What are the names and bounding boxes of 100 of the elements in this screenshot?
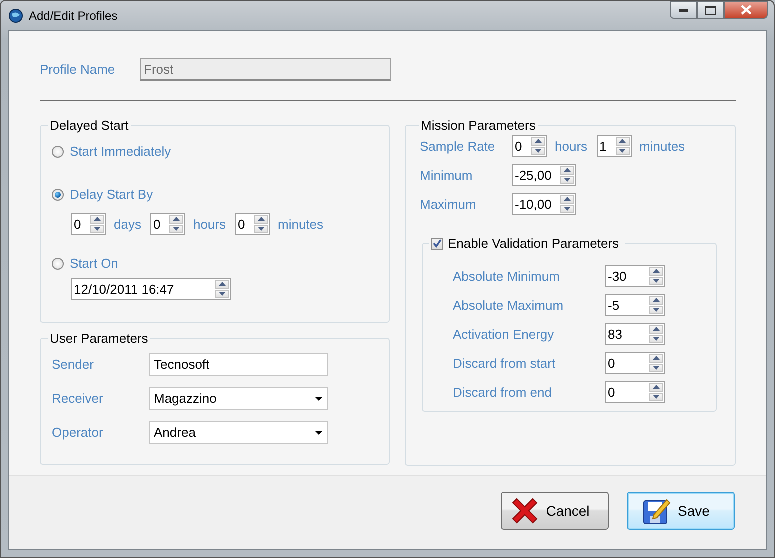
radio-label[interactable]: Start On	[70, 256, 118, 271]
minimize-icon	[679, 8, 688, 12]
radio-button[interactable]	[52, 258, 64, 270]
number-spinner[interactable]: 0	[235, 213, 270, 235]
number-spinner[interactable]: 0	[512, 135, 547, 157]
field-label: Sample Rate	[420, 138, 496, 154]
number-spinner[interactable]: -10,00	[512, 193, 576, 215]
up-arrow-icon	[564, 197, 570, 202]
cross-icon	[510, 496, 540, 526]
cancel-button[interactable]: Cancel	[501, 492, 609, 530]
down-arrow-icon	[94, 226, 100, 231]
up-arrow-icon	[172, 217, 180, 222]
unit-label: minutes	[640, 138, 686, 154]
close-button[interactable]	[724, 1, 768, 19]
spin-down-button[interactable]	[560, 204, 574, 213]
radio-button[interactable]	[52, 146, 64, 158]
spin-down-button[interactable]	[531, 146, 545, 155]
down-arrow-icon	[652, 278, 660, 283]
up-arrow-icon	[258, 217, 264, 222]
save-button[interactable]: Save	[627, 492, 735, 530]
up-arrow-icon	[218, 282, 226, 286]
spin-down-button[interactable]	[649, 364, 663, 372]
unit-label: hours	[193, 216, 226, 232]
spin-up-button[interactable]	[649, 325, 663, 334]
group-title: Mission Parameters	[420, 118, 537, 133]
number-spinner[interactable]: 0	[605, 381, 665, 403]
field-label: Discard from start	[453, 356, 557, 370]
up-arrow-icon	[652, 356, 660, 360]
number-spinner[interactable]: 0	[150, 213, 186, 235]
number-spinner[interactable]: 83	[605, 323, 665, 345]
spin-up-button[interactable]	[616, 137, 630, 146]
radio-label[interactable]: Delay Start By	[70, 187, 154, 202]
check-icon	[432, 239, 442, 248]
field-label: Receiver	[52, 391, 104, 406]
up-arrow-icon	[652, 298, 660, 302]
field-label: Sender	[52, 357, 95, 372]
number-spinner[interactable]: -30	[605, 265, 665, 287]
field-label: Minimum	[420, 168, 474, 182]
field-label: Absolute Minimum	[453, 268, 561, 284]
number-spinner[interactable]: -5	[605, 294, 665, 316]
spin-down-button[interactable]	[169, 224, 184, 233]
spin-up-button[interactable]	[649, 354, 663, 362]
text-field[interactable]: Tecnosoft	[149, 353, 328, 376]
maximize-icon	[705, 6, 716, 14]
spin-down-button[interactable]	[254, 224, 268, 233]
spin-up-button[interactable]	[649, 383, 663, 392]
number-spinner[interactable]: 0	[71, 213, 106, 235]
spin-down-button[interactable]	[649, 306, 663, 314]
spin-down-button[interactable]	[560, 176, 574, 184]
down-arrow-icon	[564, 178, 570, 182]
number-spinner[interactable]: -25,00	[512, 164, 576, 186]
up-arrow-icon	[534, 139, 542, 144]
spin-up-button[interactable]	[649, 267, 663, 276]
up-arrow-icon	[652, 269, 660, 274]
up-arrow-icon	[619, 139, 626, 144]
spin-up-button[interactable]	[560, 195, 574, 204]
spin-up-button[interactable]	[90, 215, 104, 224]
spin-up-button[interactable]	[169, 215, 184, 224]
group-title: Delayed Start	[49, 118, 130, 133]
field-label: Absolute Maximum	[453, 298, 565, 312]
spin-up-button[interactable]	[531, 137, 545, 146]
down-arrow-icon	[652, 336, 660, 341]
field-label: Profile Name	[40, 62, 116, 77]
down-arrow-icon	[619, 148, 626, 153]
caret-icon	[315, 430, 323, 434]
spin-down-button[interactable]	[616, 146, 630, 155]
spin-down-button[interactable]	[649, 392, 663, 401]
field-label: Operator	[52, 425, 104, 440]
spin-up-button[interactable]	[254, 215, 268, 224]
maximize-button[interactable]	[697, 1, 724, 19]
number-spinner[interactable]: 1	[596, 135, 632, 157]
checkbox-label[interactable]: Enable Validation Parameters	[448, 236, 620, 251]
unit-label: days	[114, 216, 142, 232]
spin-up-button[interactable]	[215, 280, 229, 288]
spin-down-button[interactable]	[649, 276, 663, 285]
checkbox[interactable]	[431, 238, 443, 250]
field-label: Discard from end	[453, 384, 553, 400]
unit-label: minutes	[278, 216, 324, 232]
field-label: Maximum	[420, 196, 478, 212]
number-spinner[interactable]: 0	[605, 352, 665, 374]
dropdown[interactable]: Andrea	[149, 421, 328, 444]
close-icon	[740, 5, 752, 15]
spin-down-button[interactable]	[90, 224, 104, 233]
radio-button[interactable]	[52, 188, 64, 200]
group-title: User Parameters	[49, 331, 150, 346]
spin-up-button[interactable]	[560, 166, 574, 174]
date-time-picker[interactable]: 12/10/2011 16:47	[71, 278, 231, 300]
minimize-button[interactable]	[670, 1, 697, 19]
radio-label[interactable]: Start Immediately	[70, 144, 172, 159]
spin-up-button[interactable]	[649, 296, 663, 304]
dropdown[interactable]: Magazzino	[149, 387, 328, 410]
down-arrow-icon	[218, 292, 226, 296]
up-arrow-icon	[652, 385, 660, 390]
spin-down-button[interactable]	[215, 290, 229, 298]
spin-down-button[interactable]	[649, 334, 663, 343]
down-arrow-icon	[652, 394, 660, 399]
field-label: Activation Energy	[453, 326, 556, 342]
window-title: Add/Edit Profiles	[29, 8, 118, 22]
globe-icon	[9, 8, 23, 22]
caret-icon	[315, 396, 323, 400]
